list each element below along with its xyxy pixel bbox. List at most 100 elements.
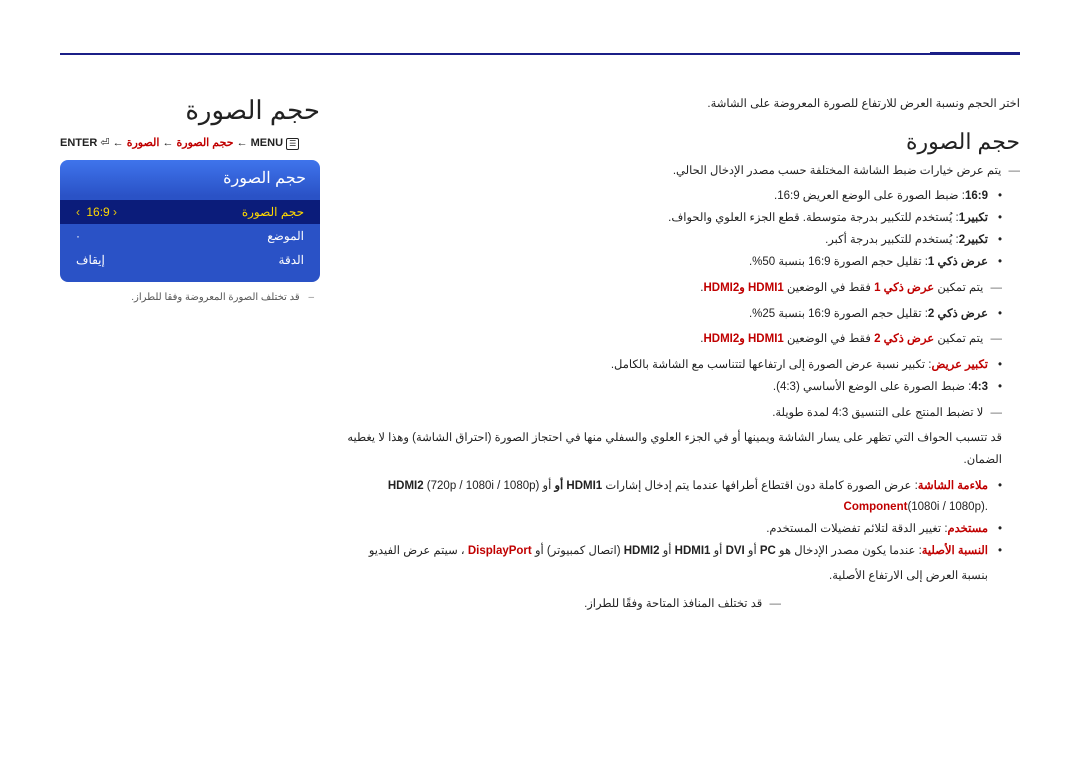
osd-body: حجم الصورة ‹ 16:9 › الموضع · الدقة إيقاف	[60, 196, 320, 282]
tick-icon: ―	[1009, 165, 1021, 177]
options-list: 16:9: ضبط الصورة على الوضع العريض 16:9. …	[345, 186, 1020, 273]
list-item: عرض ذكي 1: تقليل حجم الصورة 16:9 بنسبة 5…	[345, 252, 1002, 274]
orig-line2: بنسبة العرض إلى الارتفاع الأصلية.	[345, 566, 988, 588]
list-item: 16:9: ضبط الصورة على الوضع العريض 16:9.	[345, 186, 1002, 208]
warning-text: لا تضبط المنتج على التنسيق 4:3 لمدة طويل…	[772, 407, 983, 419]
sub-note: ― يتم تمكين عرض ذكي 1 فقط في الوضعين HDM…	[345, 278, 1020, 300]
or-text: أو	[710, 545, 725, 557]
footer-note: ― قد تختلف المنافذ المتاحة وفقًا للطراز.	[345, 594, 1020, 616]
osd-row-value: إيقاف	[76, 253, 105, 267]
option-key: 4:3	[971, 381, 988, 393]
right-column: حجم الصورة ENTER ⏎ ← حجم الصورة ← الصورة…	[60, 95, 320, 618]
osd-row-value: ·	[76, 229, 80, 243]
option-text: : ضبط الصورة على الوضع العريض 16:9.	[774, 190, 965, 202]
paren-text: (اتصال كمبيوتر) أو	[532, 545, 624, 557]
or-text: أو	[660, 545, 675, 557]
list-item-custom: مستخدم: تغيير الدقة لتلائم تفضيلات المست…	[345, 519, 1002, 541]
option-key: 16:9	[965, 190, 988, 202]
sub-key: عرض ذكي 2	[874, 333, 934, 345]
breadcrumb-size: حجم الصورة	[177, 137, 234, 149]
arrow-icon: ←	[237, 137, 248, 149]
option-text: : تغيير الدقة لتلائم تفضيلات المستخدم.	[766, 523, 947, 535]
tick-icon: ―	[769, 598, 781, 610]
warning-paragraph: قد تتسبب الحواف التي تظهر على يسار الشاش…	[345, 428, 1020, 472]
option-key: النسبة الأصلية	[922, 545, 988, 557]
sub-text: فقط في الوضعين	[784, 282, 874, 294]
list-item: 4:3: ضبط الصورة على الوضع الأساسي (4:3).	[345, 377, 1002, 399]
src-hdmi1: HDMI1	[675, 545, 711, 557]
section-title: حجم الصورة	[345, 129, 1020, 155]
res-tail: (1080i / 1080p).	[907, 501, 988, 513]
list-item: تكبير2: يُستخدم للتكبير بدرجة أكبر.	[345, 230, 1002, 252]
option-text: : عندما يكون مصدر الإدخال هو	[776, 545, 922, 557]
option-text: : تقليل حجم الصورة 16:9 بنسبة 25%.	[749, 308, 928, 320]
preface-text: يتم عرض خيارات ضبط الشاشة المختلفة حسب م…	[673, 165, 1001, 177]
osd-row-position[interactable]: الموضع ·	[60, 224, 320, 248]
menu-path: ENTER ⏎ ← حجم الصورة ← الصورة ← MENU ☰	[60, 136, 320, 150]
src-displayport: DisplayPort	[468, 545, 532, 557]
sub-note: ― يتم تمكين عرض ذكي 2 فقط في الوضعين HDM…	[345, 329, 1020, 351]
or-text: أو	[745, 545, 760, 557]
arrow-icon: ←	[162, 137, 173, 149]
res-text: (720p / 1080i / 1080p) أو	[424, 480, 552, 492]
tick-icon: ―	[991, 333, 1003, 345]
option-key: مستخدم	[948, 523, 988, 535]
list-item-screen-fit: ملاءمة الشاشة: عرض الصورة كاملة دون اقتط…	[345, 476, 1002, 520]
osd-footnote: – قد تختلف الصورة المعروضة وفقا للطراز.	[60, 292, 320, 303]
osd-row-size[interactable]: حجم الصورة ‹ 16:9 ›	[60, 200, 320, 224]
chevron-right-icon: ›	[76, 205, 83, 219]
option-key: تكبير عريض	[931, 359, 988, 371]
list-item: تكبير عريض: تكبير نسبة عرض الصورة إلى ار…	[345, 355, 1002, 377]
footer-note-text: قد تختلف المنافذ المتاحة وفقًا للطراز.	[584, 598, 762, 610]
menu-icon: ☰	[286, 138, 299, 150]
arrow-icon: ←	[113, 137, 124, 149]
page-title: حجم الصورة	[60, 95, 320, 126]
options-list: ملاءمة الشاشة: عرض الصورة كاملة دون اقتط…	[345, 476, 1020, 588]
sub-tail-red: HDMI1 وHDMI2	[703, 282, 783, 294]
option-key: تكبير2	[959, 234, 988, 246]
dash-icon: –	[308, 292, 314, 303]
tick-icon: ―	[991, 407, 1003, 419]
list-item-original-ratio: النسبة الأصلية: عندما يكون مصدر الإدخال …	[345, 541, 1002, 588]
warning-note: ― لا تضبط المنتج على التنسيق 4:3 لمدة طو…	[345, 403, 1020, 425]
option-text: : تقليل حجم الصورة 16:9 بنسبة 50%.	[749, 256, 928, 268]
osd-row-label: الدقة	[279, 253, 304, 267]
sub-tail-red: HDMI1 وHDMI2	[703, 333, 783, 345]
breadcrumb-picture: الصورة	[127, 137, 160, 149]
main-column: اختر الحجم ونسبة العرض للارتفاع للصورة ا…	[345, 95, 1020, 618]
src-hdmi2: HDMI2	[624, 545, 660, 557]
component-text: Component	[844, 501, 908, 513]
option-key: عرض ذكي 1	[928, 256, 988, 268]
menu-path-menu: MENU	[251, 137, 283, 149]
list-item: تكبير1: يُستخدم للتكبير بدرجة متوسطة. قط…	[345, 208, 1002, 230]
options-list: تكبير عريض: تكبير نسبة عرض الصورة إلى ار…	[345, 355, 1020, 399]
chevron-left-icon: ‹	[113, 205, 120, 219]
osd-title: حجم الصورة	[60, 160, 320, 196]
src-dvi: DVI	[726, 545, 745, 557]
menu-path-enter: ENTER	[60, 137, 97, 149]
enter-icon: ⏎	[100, 137, 109, 149]
option-key: تكبير1	[959, 212, 988, 224]
option-key: ملاءمة الشاشة	[918, 480, 988, 492]
osd-row-resolution[interactable]: الدقة إيقاف	[60, 248, 320, 272]
sub-text: فقط في الوضعين	[784, 333, 874, 345]
option-text: : عرض الصورة كاملة دون اقتطاع أطرافها عن…	[602, 480, 918, 492]
tail-text: ، سيتم عرض الفيديو	[369, 545, 468, 557]
sub-text: يتم تمكين	[934, 282, 983, 294]
page-top-rule	[60, 53, 1020, 55]
option-text: : يُستخدم للتكبير بدرجة متوسطة. قطع الجز…	[668, 212, 959, 224]
sub-key: عرض ذكي 1	[874, 282, 934, 294]
option-key: عرض ذكي 2	[928, 308, 988, 320]
osd-preview: حجم الصورة حجم الصورة ‹ 16:9 › الموضع · …	[60, 160, 320, 282]
src-pc: PC	[760, 545, 776, 557]
option-text: : ضبط الصورة على الوضع الأساسي (4:3).	[773, 381, 971, 393]
option-text: : تكبير نسبة عرض الصورة إلى ارتفاعها لتت…	[611, 359, 932, 371]
osd-footnote-text: قد تختلف الصورة المعروضة وفقا للطراز.	[131, 292, 299, 303]
osd-row-label: حجم الصورة	[242, 205, 304, 219]
sub-text: يتم تمكين	[934, 333, 983, 345]
option-text: : يُستخدم للتكبير بدرجة أكبر.	[825, 234, 959, 246]
osd-row-label: الموضع	[267, 229, 304, 243]
osd-row-value: 16:9	[86, 205, 109, 219]
intro-text: اختر الحجم ونسبة العرض للارتفاع للصورة ا…	[345, 95, 1020, 115]
tick-icon: ―	[991, 282, 1003, 294]
